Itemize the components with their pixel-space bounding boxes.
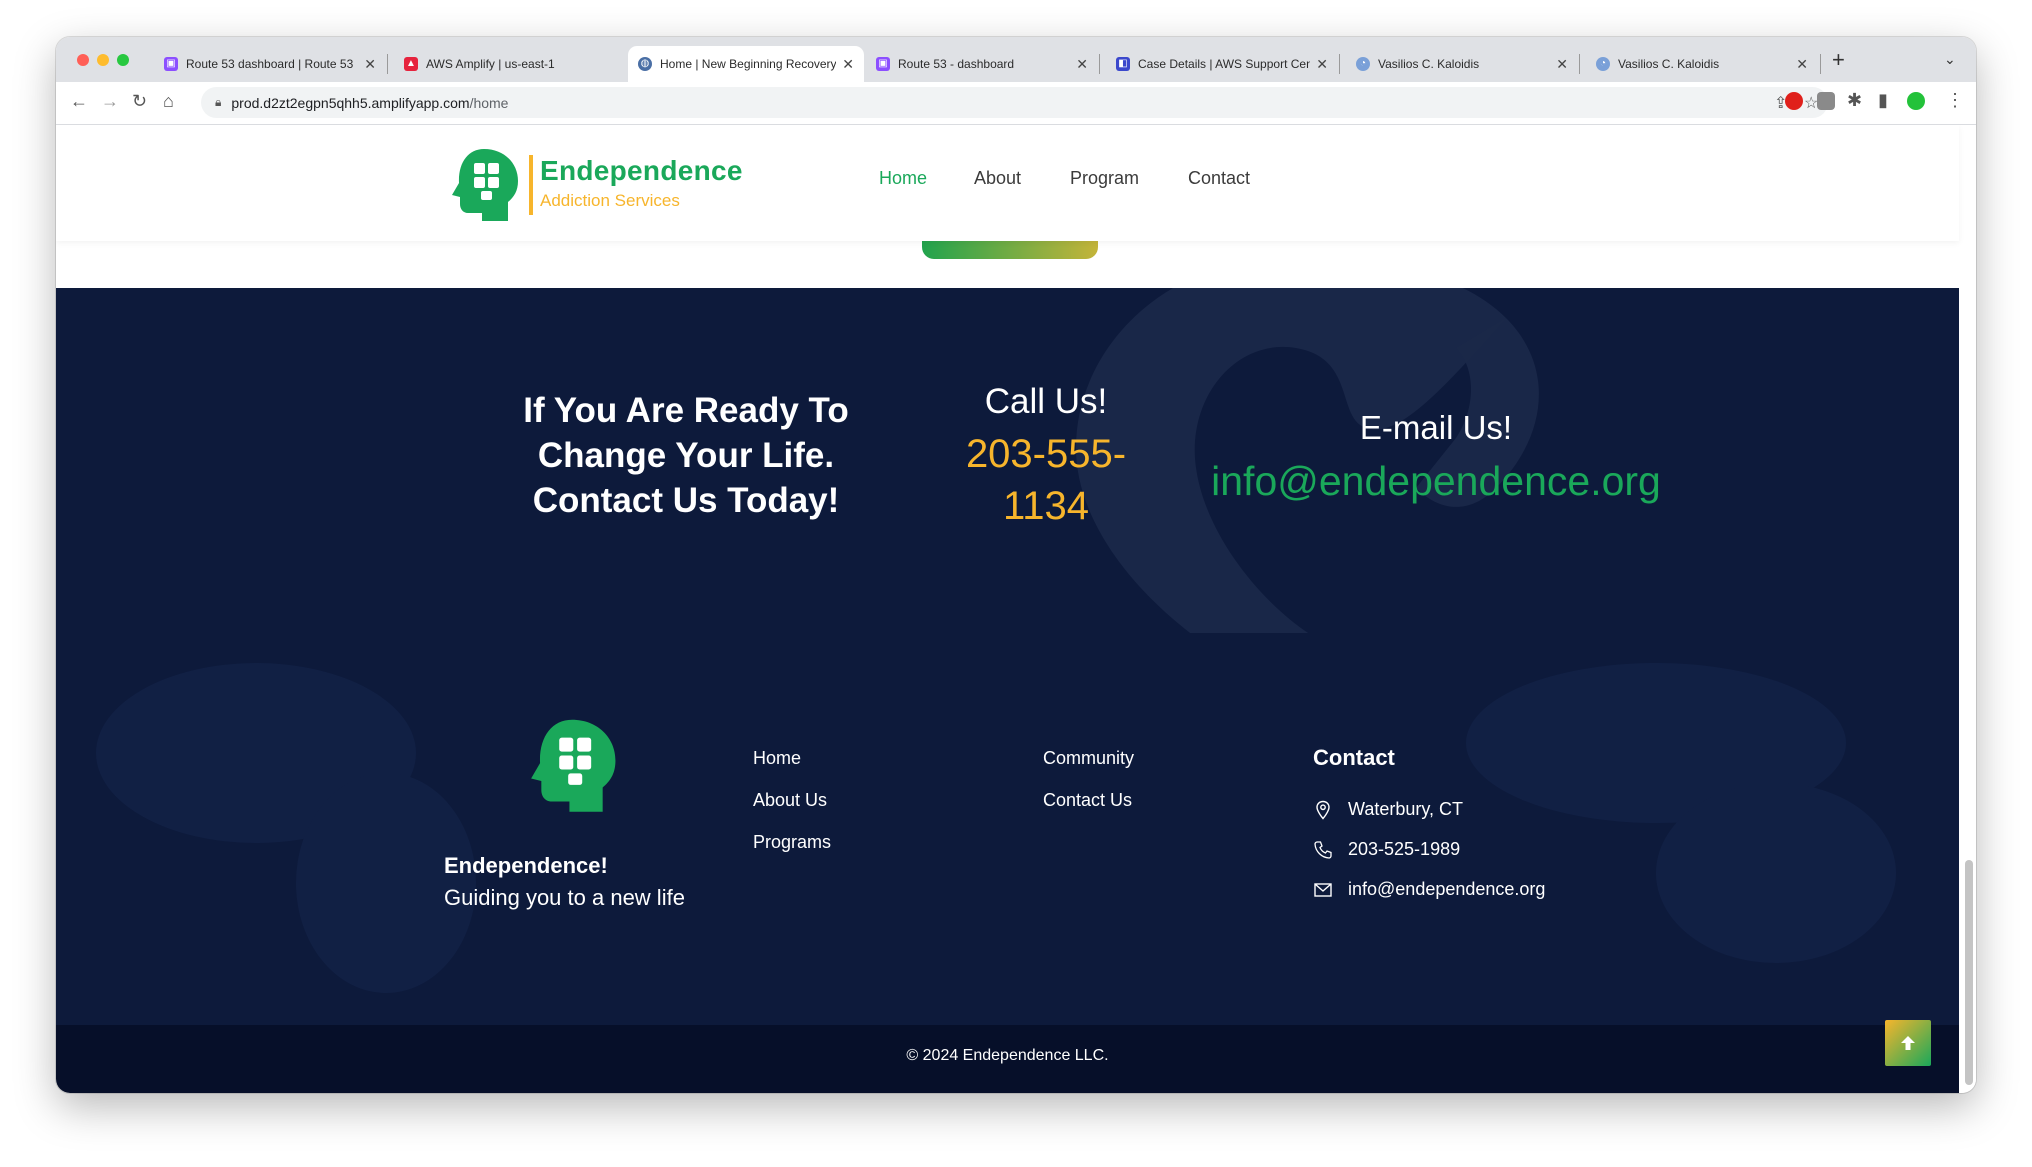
extension-badge-icon[interactable]	[1817, 92, 1835, 110]
arrow-up-icon	[1901, 1036, 1915, 1050]
footer-link-home[interactable]: Home	[753, 748, 801, 769]
profile-icon: ◔	[1356, 57, 1370, 71]
footer-contact-title: Contact	[1313, 745, 1395, 770]
globe-icon: ◍	[638, 57, 652, 71]
footer-link-programs[interactable]: Programs	[753, 832, 831, 853]
address-bar[interactable]: 🔒︎ prod.d2zt2egpn5qhh5.amplifyapp.com/ho…	[201, 87, 1828, 118]
close-tab-icon[interactable]: ✕	[1796, 56, 1808, 73]
close-window-button[interactable]	[77, 54, 89, 66]
tab-profile-2[interactable]: ◔ Vasilios C. Kaloidis ✕	[1586, 46, 1818, 82]
browser-toolbar: ← → ↻ ⌂ 🔒︎ prod.d2zt2egpn5qhh5.amplifyap…	[56, 82, 1976, 125]
copyright-bar: © 2024 Endependence LLC.	[56, 1025, 1959, 1093]
tab-aws-support-case[interactable]: ◧ Case Details | AWS Support Center ✕	[1106, 46, 1338, 82]
route53-icon: ▣	[876, 57, 890, 71]
footer-brand: Endependence!	[444, 853, 608, 878]
copyright-text: © 2024 Endependence LLC.	[906, 1047, 1109, 1064]
brain-puzzle-logo-icon[interactable]	[448, 147, 520, 225]
brand-title[interactable]: Endependence	[540, 155, 743, 187]
amplify-icon: ▲	[404, 57, 418, 71]
logo-divider	[529, 155, 533, 215]
footer-contact-text: Waterbury, CT	[1348, 799, 1464, 819]
location-pin-icon	[1316, 800, 1330, 820]
close-tab-icon[interactable]: ✕	[364, 56, 376, 73]
url-path: /home	[469, 94, 509, 111]
tab-profile-1[interactable]: ◔ Vasilios C. Kaloidis ✕	[1346, 46, 1578, 82]
new-tab-icon[interactable]: +	[1832, 47, 1845, 73]
opera-extension-icon[interactable]	[1785, 92, 1803, 110]
browser-window: ▣ Route 53 dashboard | Route 53 ✕ ▲ AWS …	[56, 37, 1976, 1093]
page-scrollbar[interactable]	[1965, 860, 1973, 1085]
url-host: prod.d2zt2egpn5qhh5.amplifyapp.com	[231, 94, 470, 111]
tab-route53-dashboard-2[interactable]: ▣ Route 53 - dashboard ✕	[866, 46, 1098, 82]
cta-phone-link[interactable]: 203-555- 1134	[946, 428, 1146, 532]
profile-avatar-icon[interactable]	[1907, 92, 1925, 110]
route53-icon: ▣	[164, 57, 178, 71]
lock-icon: 🔒︎	[215, 95, 222, 109]
footer-link-community[interactable]: Community	[1043, 748, 1134, 769]
footer-link-contact-us[interactable]: Contact Us	[1043, 790, 1132, 811]
close-tab-icon[interactable]: ✕	[1316, 56, 1328, 73]
back-arrow-icon[interactable]: ←	[70, 91, 88, 112]
cta-headline-line: Contact Us Today!	[532, 481, 840, 520]
tab-bar: ▣ Route 53 dashboard | Route 53 ✕ ▲ AWS …	[56, 37, 1976, 82]
nav-home[interactable]: Home	[879, 168, 927, 189]
zoom-window-button[interactable]	[117, 54, 129, 66]
footer-contact-text: info@endependence.org	[1348, 879, 1546, 899]
extensions-puzzle-icon[interactable]: ✱	[1847, 90, 1862, 111]
cta-email-link[interactable]: info@endependence.org	[1136, 458, 1736, 505]
partially-hidden-button[interactable]	[922, 241, 1098, 259]
site-header: Endependence Addiction Services Home Abo…	[56, 125, 1959, 241]
brand-subtitle: Addiction Services	[540, 191, 680, 210]
footer-contact-email[interactable]: info@endependence.org	[1313, 879, 1545, 900]
cta-headline: If You Are Ready To Change Your Life. Co…	[446, 388, 926, 523]
nav-program[interactable]: Program	[1070, 168, 1139, 189]
tab-search-chevron-icon[interactable]: ⌄	[1944, 51, 1956, 68]
cta-phone-line: 1134	[1002, 484, 1089, 528]
close-tab-icon[interactable]: ✕	[842, 56, 854, 73]
reload-icon[interactable]: ↻	[132, 91, 147, 112]
tab-home-new-beginning[interactable]: ◍ Home | New Beginning Recovery ✕	[628, 46, 864, 82]
nav-about[interactable]: About	[974, 168, 1021, 189]
back-to-top-button[interactable]	[1885, 1020, 1931, 1066]
contact-cta-section: If You Are Ready To Change Your Life. Co…	[56, 288, 1959, 633]
cta-headline-line: If You Are Ready To	[523, 391, 849, 430]
envelope-icon	[1314, 882, 1332, 897]
minimize-window-button[interactable]	[97, 54, 109, 66]
footer-contact-location: Waterbury, CT	[1313, 799, 1463, 820]
support-icon: ◧	[1116, 57, 1130, 71]
phone-icon	[1314, 840, 1332, 859]
page-viewport: Endependence Addiction Services Home Abo…	[56, 125, 1976, 1093]
email-us-label: E-mail Us!	[1359, 409, 1513, 446]
profile-icon: ◔	[1596, 57, 1610, 71]
world-map-texture	[96, 663, 1896, 993]
close-tab-icon[interactable]: ✕	[1076, 56, 1088, 73]
side-panel-icon[interactable]: ▮	[1878, 90, 1888, 111]
footer-contact-text: 203-525-1989	[1348, 839, 1461, 859]
site-footer: Endependence! Guiding you to a new life …	[56, 633, 1959, 1025]
footer-tagline: Guiding you to a new life	[444, 885, 685, 910]
call-us-label: Call Us!	[984, 382, 1108, 421]
footer-link-about-us[interactable]: About Us	[753, 790, 827, 811]
browser-menu-icon[interactable]: ⋮	[1946, 90, 1964, 111]
home-icon[interactable]: ⌂	[163, 91, 174, 112]
forward-arrow-icon[interactable]: →	[101, 91, 119, 112]
footer-brain-puzzle-logo-icon[interactable]	[526, 717, 618, 817]
cta-phone-line: 203-555-	[965, 432, 1127, 476]
close-tab-icon[interactable]: ✕	[1556, 56, 1568, 73]
cta-headline-line: Change Your Life.	[537, 436, 835, 475]
tab-route53-dashboard[interactable]: ▣ Route 53 dashboard | Route 53 ✕	[154, 46, 386, 82]
nav-contact[interactable]: Contact	[1188, 168, 1250, 189]
footer-contact-phone[interactable]: 203-525-1989	[1313, 839, 1460, 860]
